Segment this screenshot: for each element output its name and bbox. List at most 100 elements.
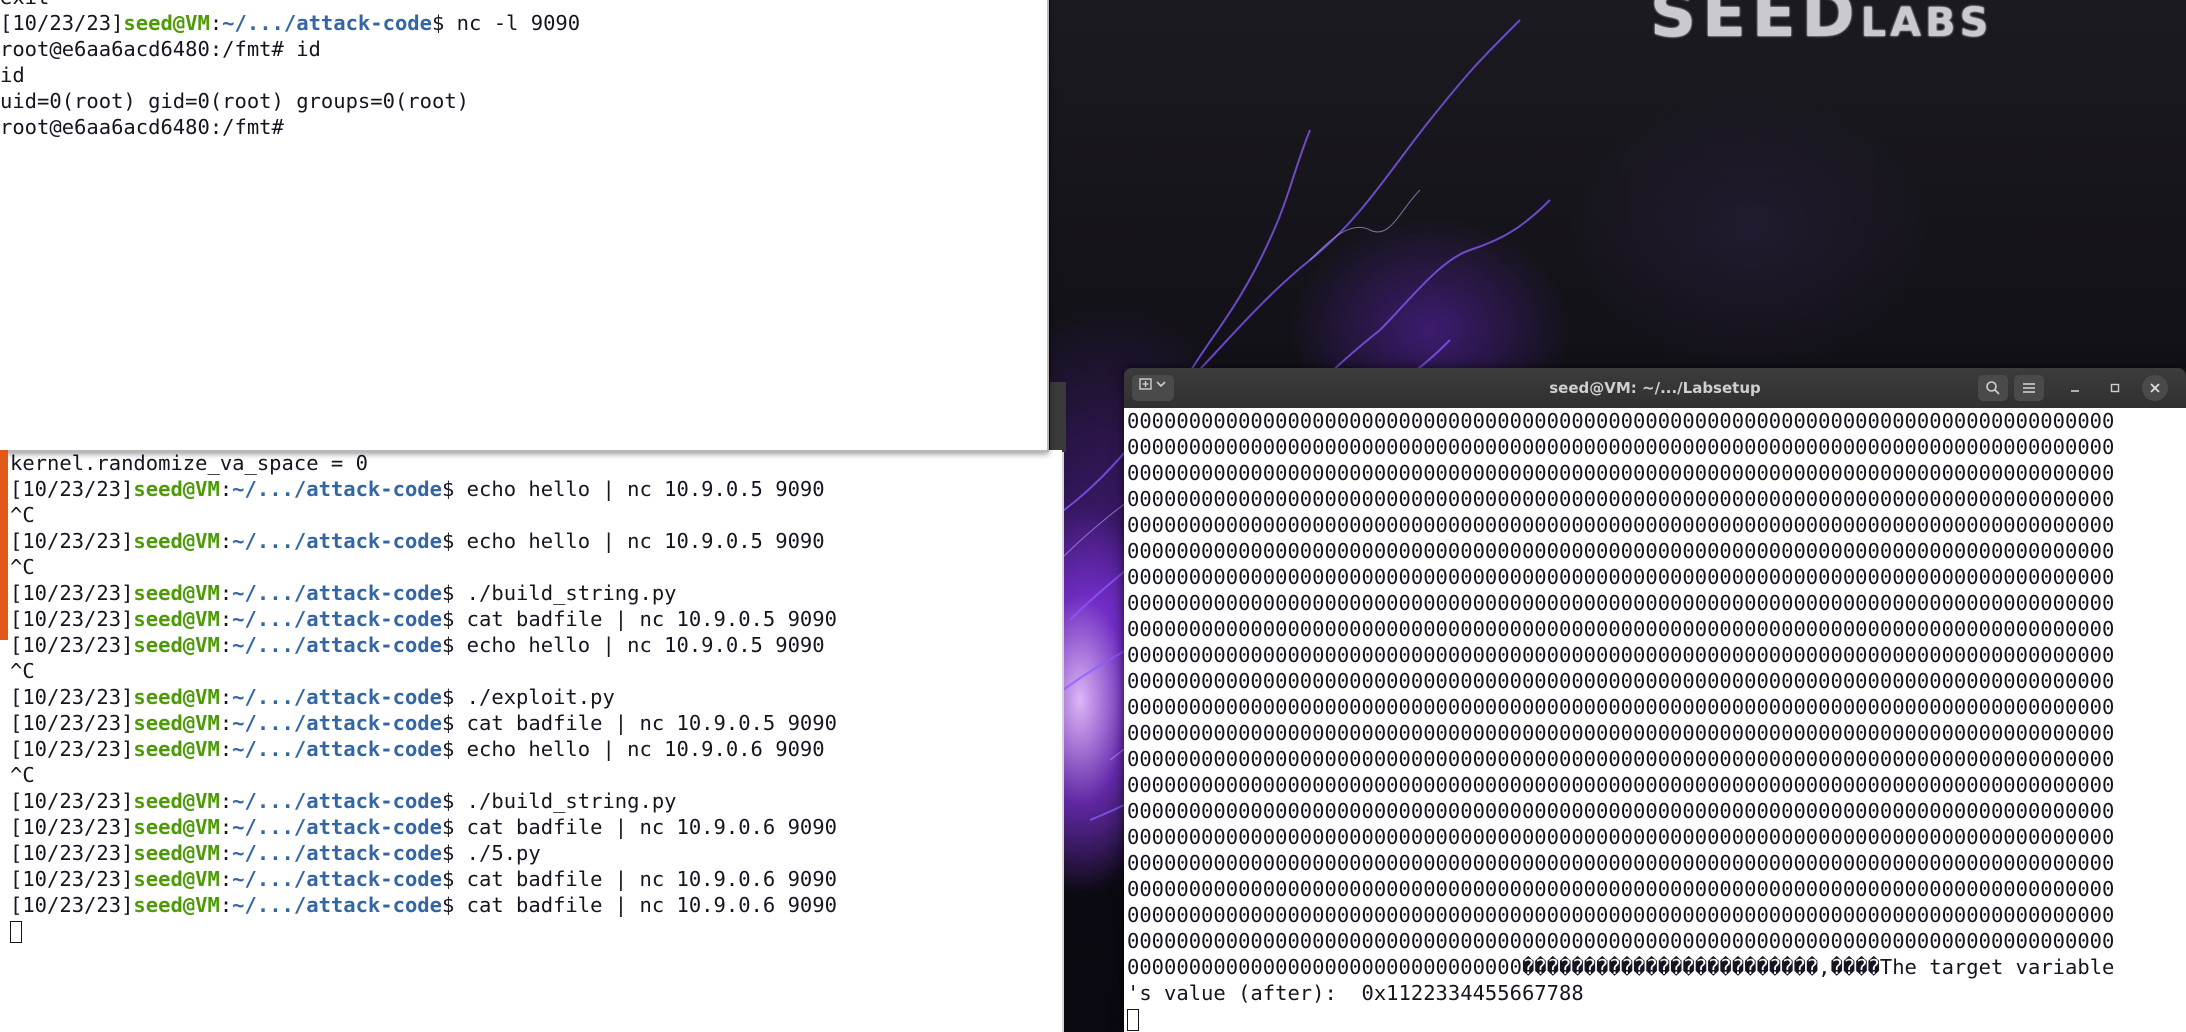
maximize-button[interactable]	[2102, 375, 2128, 401]
prompt-date: [10/23/23]	[10, 867, 134, 891]
prompt-user: seed@VM	[133, 633, 220, 657]
prompt-separator: :	[219, 815, 233, 839]
prompt-date: [10/23/23]	[10, 607, 134, 631]
output-text: exit	[0, 0, 49, 9]
output-text: root@e6aa6acd6480:/fmt# id	[0, 37, 321, 61]
terminal-line: 0000000000000000000000000000000000000000…	[1127, 616, 2114, 642]
terminal-right-body[interactable]: 0000000000000000000000000000000000000000…	[1124, 408, 2186, 1032]
prompt-path: ~/.../attack-code	[232, 711, 442, 735]
terminal-line: 0000000000000000000000000000000000000000…	[1127, 564, 2114, 590]
prompt-path: ~/.../attack-code	[232, 529, 442, 553]
terminal-line: 0000000000000000000000000000000000000000…	[1127, 928, 2114, 954]
logo-sub-text: LABS	[1860, 0, 1993, 46]
terminal-line: ^C	[10, 658, 837, 684]
window-titlebar[interactable]: seed@VM: ~/.../Labsetup	[1124, 368, 2186, 408]
terminal-line: ^C	[10, 762, 837, 788]
terminal-window-labsetup[interactable]: seed@VM: ~/.../Labsetup 0000000000000000…	[1124, 368, 2186, 1032]
terminal-line: 0000000000000000000000000000000000000000…	[1127, 408, 2114, 434]
terminal-line	[10, 918, 837, 944]
terminal-line: 's value (after): 0x1122334455667788	[1127, 980, 2114, 1006]
terminal-line: 0000000000000000000000000000000000000000…	[1127, 668, 2114, 694]
prompt-user: seed@VM	[133, 893, 220, 917]
prompt-user: seed@VM	[133, 737, 220, 761]
prompt-date: [10/23/23]	[10, 841, 134, 865]
window-edge	[1050, 382, 1066, 452]
terminal-line: 0000000000000000000000000000000000000000…	[1127, 538, 2114, 564]
command-text: $ echo hello | nc 10.9.0.6 9090	[442, 737, 825, 761]
prompt-separator: :	[219, 685, 233, 709]
terminal-line: [10/23/23]seed@VM:~/.../attack-code$ ./5…	[10, 840, 837, 866]
hamburger-icon	[2021, 380, 2037, 396]
minimize-button[interactable]	[2062, 375, 2088, 401]
terminal-line: 0000000000000000000000000000000000000000…	[1127, 720, 2114, 746]
prompt-path: ~/.../attack-code	[232, 789, 442, 813]
prompt-date: [10/23/23]	[10, 633, 134, 657]
prompt-separator: :	[219, 529, 233, 553]
terminal-line: [10/23/23]seed@VM:~/.../attack-code$ cat…	[10, 814, 837, 840]
command-text: $ ./5.py	[442, 841, 541, 865]
terminal-line: [10/23/23]seed@VM:~/.../attack-code$ nc …	[0, 10, 580, 36]
terminal-line: uid=0(root) gid=0(root) groups=0(root)	[0, 88, 580, 114]
output-text: 0000000000000000000000000000000000000000…	[1127, 747, 2115, 771]
command-text: $ ./build_string.py	[442, 581, 677, 605]
prompt-user: seed@VM	[133, 815, 220, 839]
output-text: 0000000000000000000000000000000000000000…	[1127, 695, 2115, 719]
terminal-bottom-left[interactable]: kernel.randomize_va_space = 0 [10/23/23]s…	[0, 450, 1062, 1032]
prompt-path: ~/.../attack-code	[232, 685, 442, 709]
prompt-user: seed@VM	[133, 477, 220, 501]
terminal-line: [10/23/23]seed@VM:~/.../attack-code$ ech…	[10, 736, 837, 762]
logo-main-text: SEED	[1650, 0, 1861, 52]
terminal-line: 0000000000000000000000000000000000000000…	[1127, 798, 2114, 824]
terminal-line: [10/23/23]seed@VM:~/.../attack-code$ cat…	[10, 866, 837, 892]
command-text: $ cat badfile | nc 10.9.0.6 9090	[442, 893, 837, 917]
prompt-separator: :	[219, 711, 233, 735]
command-text: $ echo hello | nc 10.9.0.5 9090	[442, 529, 825, 553]
prompt-user: seed@VM	[133, 685, 220, 709]
terminal-right-output: 0000000000000000000000000000000000000000…	[1127, 408, 2114, 1032]
terminal-line: 0000000000000000000000000000000000000000…	[1127, 590, 2114, 616]
output-text: 0000000000000000000000000000000000000000…	[1127, 591, 2115, 615]
output-text: 0000000000000000000000000000000000000000…	[1127, 461, 2115, 485]
command-text: $ echo hello | nc 10.9.0.5 9090	[442, 477, 825, 501]
output-text: ^C	[10, 763, 35, 787]
maximize-icon	[2109, 380, 2121, 396]
prompt-separator: :	[219, 477, 233, 501]
output-text: 00000000000000000000000000000000	[1127, 955, 1522, 979]
terminal-line: 0000000000000000000000000000000000000000…	[1127, 746, 2114, 772]
prompt-separator: :	[219, 581, 233, 605]
prompt-separator: :	[209, 11, 223, 35]
terminal-line: [10/23/23]seed@VM:~/.../attack-code$ ech…	[10, 528, 837, 554]
output-text: root@e6aa6acd6480:/fmt#	[0, 115, 284, 139]
prompt-separator: :	[219, 893, 233, 917]
prompt-path: ~/.../attack-code	[232, 477, 442, 501]
terminal-line: [10/23/23]seed@VM:~/.../attack-code$ ech…	[10, 632, 837, 658]
dock-edge	[0, 450, 8, 640]
prompt-user: seed@VM	[133, 529, 220, 553]
text-cursor	[1127, 1009, 1139, 1031]
command-text: $ cat badfile | nc 10.9.0.6 9090	[442, 815, 837, 839]
search-button[interactable]	[1978, 375, 2008, 401]
prompt-path: ~/.../attack-code	[232, 737, 442, 761]
close-button[interactable]	[2142, 375, 2168, 401]
output-text: The target variable	[1879, 955, 2115, 979]
prompt-user: seed@VM	[133, 867, 220, 891]
prompt-separator: :	[219, 789, 233, 813]
search-icon	[1985, 380, 2001, 396]
command-text: $ ./build_string.py	[442, 789, 677, 813]
output-text: kernel.randomize_va_space = 0	[10, 451, 368, 475]
terminal-line: 0000000000000000000000000000000000000000…	[1127, 694, 2114, 720]
terminal-line: root@e6aa6acd6480:/fmt#	[0, 114, 580, 140]
terminal-line: 0000000000000000000000000000000000000000…	[1127, 902, 2114, 928]
terminal-line: 0000000000000000000000000000000000000000…	[1127, 824, 2114, 850]
terminal-top-left[interactable]: exit[10/23/23]seed@VM:~/.../attack-code$…	[0, 0, 1049, 452]
output-text: ^C	[10, 659, 35, 683]
terminal-line: [10/23/23]seed@VM:~/.../attack-code$ ./b…	[10, 580, 837, 606]
prompt-separator: :	[219, 607, 233, 631]
output-text: 0000000000000000000000000000000000000000…	[1127, 643, 2115, 667]
terminal-line: 0000000000000000000000000000000000000000…	[1127, 850, 2114, 876]
menu-button[interactable]	[2014, 375, 2044, 401]
seed-labs-logo: SEEDLABS	[1650, 0, 1992, 52]
prompt-path: ~/.../attack-code	[232, 893, 442, 917]
terminal-line: 0000000000000000000000000000000000000000…	[1127, 876, 2114, 902]
output-text: 0000000000000000000000000000000000000000…	[1127, 513, 2115, 537]
